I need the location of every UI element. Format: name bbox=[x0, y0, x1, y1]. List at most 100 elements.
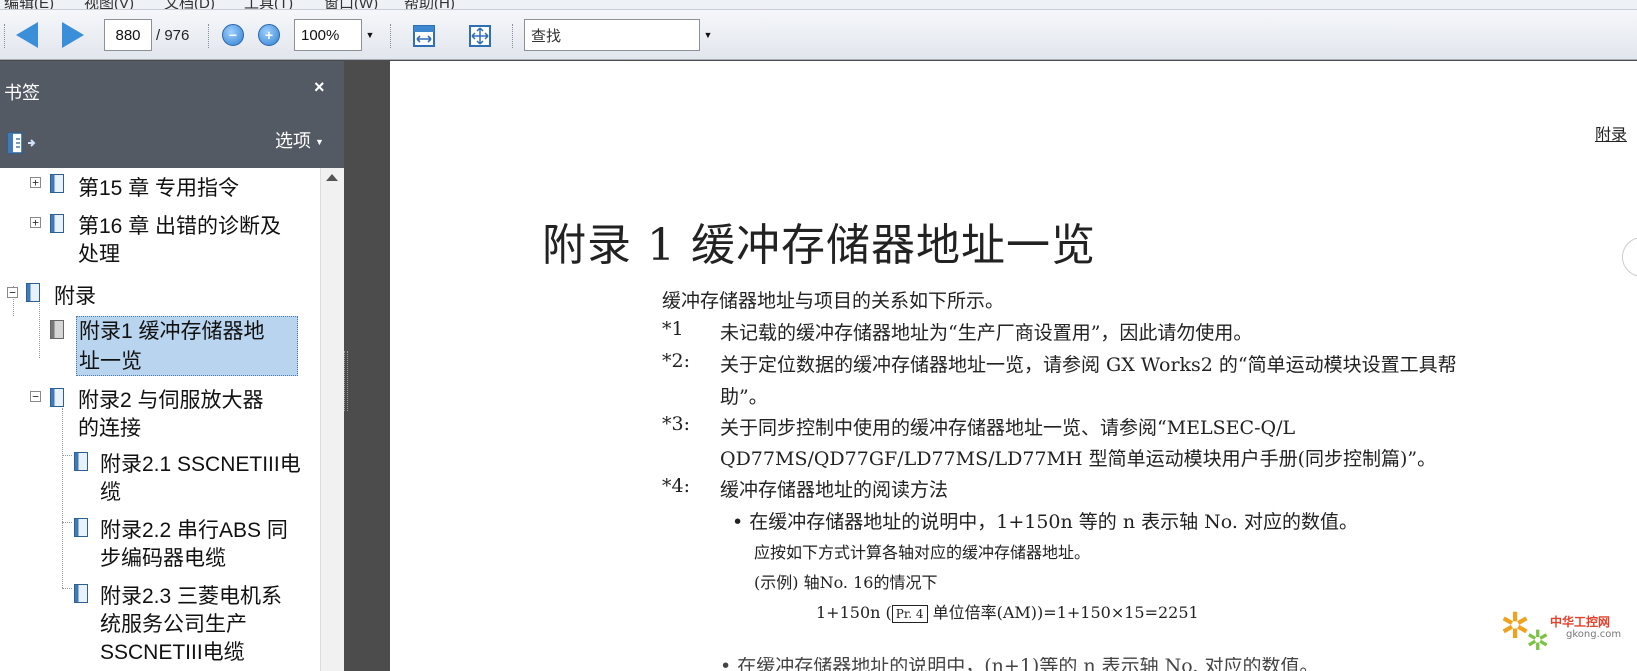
note-3-text: 关于同步控制中使用的缓冲存储器地址一览、请参阅“MELSEC-Q/L bbox=[720, 417, 1296, 439]
bookmark-label: 附录2.3 三菱电机系 bbox=[100, 585, 283, 608]
bookmark-icon bbox=[50, 388, 64, 407]
watermark-text: 中华工控网 bbox=[1550, 615, 1611, 629]
splitter-grip-icon[interactable] bbox=[344, 351, 348, 411]
expand-icon[interactable]: + bbox=[30, 177, 41, 188]
toolbar-separator bbox=[390, 24, 392, 48]
formula-prefix: 1+150n ( bbox=[816, 603, 892, 622]
formula-text: 1+150n (Pr. 4 单位倍率(AM))=1+150×15=2251 bbox=[816, 599, 1199, 623]
toolbar-separator bbox=[208, 24, 210, 48]
menu-item-window[interactable]: 窗口(W) bbox=[324, 0, 378, 9]
bookmark-icon bbox=[74, 584, 88, 603]
bookmark-item-appendix2-1[interactable]: 附录2.1 SSCNETIII电 缆 bbox=[0, 448, 320, 512]
bookmark-icon bbox=[50, 174, 64, 193]
document-page: 附录 附录 1 缓冲存储器地址一览 缓冲存储器地址与项目的关系如下所示。 *1 … bbox=[390, 61, 1637, 671]
search-input[interactable]: 查找 bbox=[524, 19, 700, 51]
bookmark-icon bbox=[50, 214, 64, 233]
parameter-box: Pr. 4 bbox=[891, 604, 928, 623]
cutoff-text: • 在缓冲存储器地址的说明中，(n+1)等的 n 表示轴 No. 对应的数值。 bbox=[720, 657, 1319, 671]
menu-item-document[interactable]: 文档(D) bbox=[164, 0, 215, 9]
next-page-icon bbox=[62, 22, 84, 48]
header-appendix-link[interactable]: 附录 bbox=[1595, 121, 1627, 145]
zoom-in-button[interactable]: + bbox=[258, 24, 280, 46]
bookmark-label: 第15 章 专用指令 bbox=[78, 177, 240, 200]
bookmarks-panel: 书签 × 选项 ▼ + 第15 章 专用指令 + 第16 章 出错的诊断及 处理 bbox=[0, 61, 344, 671]
bullet-text: • 在缓冲存储器地址的说明中，1+150n 等的 n 表示轴 No. 对应的数值… bbox=[732, 511, 1358, 533]
note-3-text-line2: QD77MS/QD77GF/LD77MS/LD77MH 型简单运动模块用户手册(… bbox=[720, 448, 1437, 470]
bookmark-label: 附录2.1 SSCNETIII电 bbox=[100, 453, 301, 476]
note-2-text-line2: 助”。 bbox=[720, 386, 768, 408]
bookmark-tree: + 第15 章 专用指令 + 第16 章 出错的诊断及 处理 − 附录 附录1 … bbox=[0, 168, 320, 671]
collapse-icon[interactable]: − bbox=[30, 391, 41, 402]
scroll-up-icon[interactable] bbox=[326, 174, 338, 181]
watermark-url: gkong.com bbox=[1566, 629, 1622, 640]
bookmark-options-label: 选项 bbox=[275, 131, 311, 151]
bookmark-label: 附录 bbox=[54, 285, 96, 308]
note-marker: *4: bbox=[662, 475, 690, 497]
fit-width-button[interactable] bbox=[412, 24, 436, 53]
bookmark-icon bbox=[74, 452, 88, 471]
expand-icon[interactable]: + bbox=[30, 217, 41, 228]
bookmark-item-appendix2[interactable]: − 附录2 与伺服放大器 的连接 bbox=[0, 382, 320, 446]
bookmark-label: 附录2 与伺服放大器 bbox=[78, 389, 264, 412]
note-marker: *3: bbox=[662, 413, 690, 435]
bookmark-item-appendix2-3[interactable]: 附录2.3 三菱电机系 统服务公司生产 SSCNETIII电缆 bbox=[0, 580, 320, 671]
previous-page-button[interactable] bbox=[16, 22, 38, 48]
bookmark-label-line2: 址一览 bbox=[79, 350, 142, 373]
menu-item-help[interactable]: 帮助(H) bbox=[404, 0, 455, 9]
bookmark-label: 第16 章 出错的诊断及 bbox=[78, 215, 282, 238]
search-dropdown-arrow[interactable]: ▼ bbox=[700, 19, 716, 51]
bookmark-item-appendix2-2[interactable]: 附录2.2 串行ABS 同 步编码器电缆 bbox=[0, 514, 320, 578]
zoom-out-icon: − bbox=[222, 24, 244, 46]
bookmark-label-line2: 的连接 bbox=[78, 417, 141, 440]
panel-splitter[interactable] bbox=[344, 61, 390, 671]
bookmark-item-appendix[interactable]: − 附录 bbox=[0, 278, 320, 312]
bookmarks-panel-title: 书签 bbox=[4, 83, 40, 103]
toolbar-separator bbox=[512, 24, 514, 48]
bookmark-label-line2: 缆 bbox=[100, 481, 121, 504]
bookmark-item-appendix1[interactable]: 附录1 缓冲存储器地 址一览 bbox=[0, 314, 320, 378]
chevron-down-icon: ▼ bbox=[315, 137, 324, 148]
note-marker: *1 bbox=[662, 318, 684, 340]
sub-text: 应按如下方式计算各轴对应的缓冲存储器地址。 bbox=[754, 543, 1091, 562]
fit-page-icon bbox=[469, 25, 491, 47]
menu-item-view[interactable]: 视图(V) bbox=[84, 0, 134, 9]
note-4-text: 缓冲存储器地址的阅读方法 bbox=[720, 479, 949, 501]
bookmark-icon bbox=[26, 283, 40, 302]
example-text: (示例) 轴No. 16的情况下 bbox=[754, 573, 938, 592]
formula-suffix: 单位倍率(AM))=1+150×15=2251 bbox=[927, 603, 1199, 622]
note-marker: *2: bbox=[662, 350, 690, 372]
bookmark-label-selected: 附录1 缓冲存储器地 址一览 bbox=[76, 316, 298, 376]
next-page-edge-button[interactable] bbox=[1622, 237, 1637, 277]
bookmark-label-line2: 处理 bbox=[78, 243, 120, 266]
collapse-icon[interactable]: − bbox=[7, 287, 18, 298]
page-number-input[interactable]: 880 bbox=[104, 19, 152, 51]
menu-item-edit[interactable]: 编辑(E) bbox=[4, 0, 54, 9]
bookmark-item-chapter15[interactable]: + 第15 章 专用指令 bbox=[0, 168, 320, 208]
menu-item-tools[interactable]: 工具(T) bbox=[244, 0, 293, 9]
bookmark-item-chapter16[interactable]: + 第16 章 出错的诊断及 处理 bbox=[0, 208, 320, 272]
bookmark-label-line3: SSCNETIII电缆 bbox=[100, 641, 245, 664]
zoom-out-button[interactable]: − bbox=[222, 24, 244, 46]
gear-icon: ✲ bbox=[1526, 624, 1550, 657]
bookmark-icon bbox=[74, 518, 88, 537]
zoom-level-input[interactable]: 100% bbox=[294, 19, 362, 51]
close-icon[interactable]: × bbox=[314, 77, 325, 98]
bookmark-options-button[interactable]: 选项 ▼ bbox=[275, 127, 324, 153]
bullet-text-content: 在缓冲存储器地址的说明中，1+150n 等的 n 表示轴 No. 对应的数值。 bbox=[749, 511, 1358, 533]
note-1-text: 未记载的缓冲存储器地址为“生产厂商设置用”，因此请勿使用。 bbox=[720, 322, 1253, 344]
bookmark-label: 附录2.2 串行ABS 同 bbox=[100, 519, 288, 542]
fit-page-button[interactable] bbox=[468, 24, 492, 53]
bookmark-label-line2: 统服务公司生产 bbox=[100, 613, 247, 636]
toolbar: 880 / 976 − + 100% ▼ 查找 ▼ bbox=[0, 10, 1637, 60]
bookmark-icon bbox=[50, 320, 64, 339]
fit-width-icon bbox=[413, 25, 435, 47]
menu-bar: 编辑(E) 视图(V) 文档(D) 工具(T) 窗口(W) 帮助(H) bbox=[0, 0, 1637, 10]
toolbar-separator bbox=[4, 24, 6, 48]
new-bookmark-button[interactable] bbox=[6, 131, 36, 160]
bookmark-scrollbar[interactable] bbox=[320, 168, 344, 671]
zoom-dropdown-arrow[interactable]: ▼ bbox=[362, 19, 378, 51]
page-total: / 976 bbox=[156, 27, 190, 44]
next-page-button[interactable] bbox=[62, 22, 84, 48]
watermark: ✲ ✲ 中华工控网 gkong.com bbox=[1500, 605, 1636, 665]
page-title: 附录 1 缓冲存储器地址一览 bbox=[542, 220, 1096, 271]
